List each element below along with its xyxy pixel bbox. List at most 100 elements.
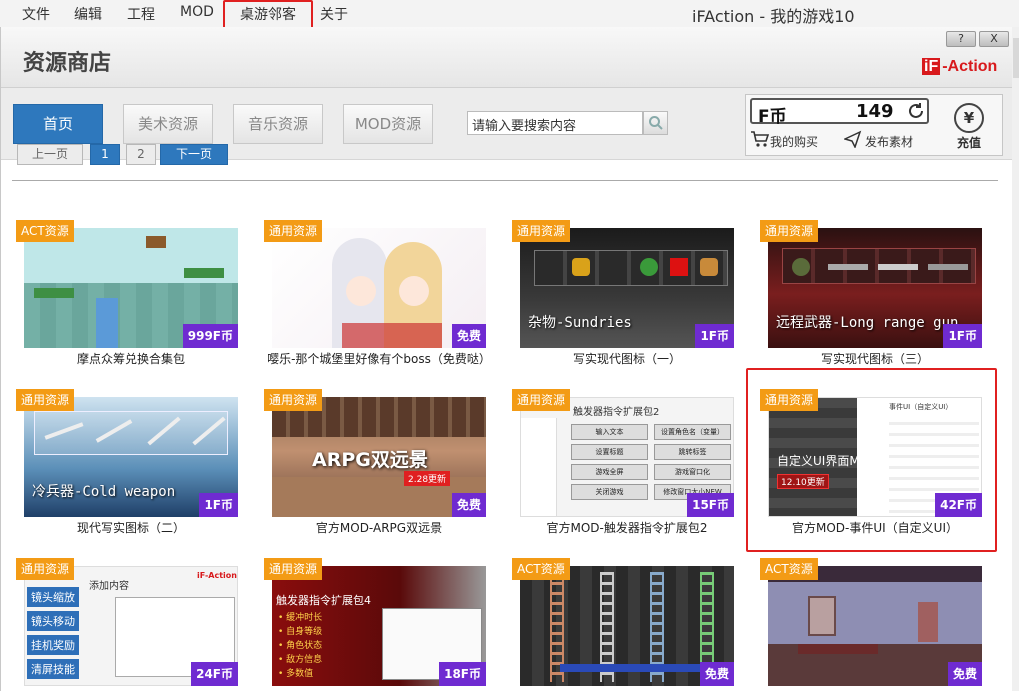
feature-label: 镜头缩放	[27, 587, 79, 607]
thumb-title: 触发器指令扩展包2	[573, 407, 660, 418]
resource-card[interactable]: ACT资源 免费	[508, 558, 740, 691]
price-badge: 1F币	[943, 324, 982, 348]
item-icon	[572, 258, 590, 276]
category-tag: 通用资源	[16, 558, 75, 580]
ribbon	[342, 323, 442, 348]
window-title: 资源商店	[23, 51, 112, 76]
price-badge: 免费	[947, 662, 982, 686]
mini-logo: iF-Action	[197, 571, 237, 580]
command-button: 设置角色名（变量）	[654, 424, 731, 440]
category-tag: ACT资源	[760, 558, 818, 580]
refresh-icon[interactable]	[906, 101, 926, 121]
ifaction-logo: iF -Action	[922, 58, 997, 76]
resource-card[interactable]: 通用资源 免费 嘤乐-那个城堡里好像有个boss（免费哒）	[260, 220, 492, 370]
logo-box: iF	[922, 58, 941, 75]
menu-edit[interactable]: 编辑	[74, 4, 102, 24]
command-button: 输入文本	[571, 424, 648, 440]
feature-list: • 缓冲时长 • 自身等级 • 角色状态 • 敌方信息 • 多数值	[278, 610, 322, 679]
fcoin-balance: F币 149	[750, 98, 929, 127]
resource-card[interactable]: ACT资源 免费	[756, 558, 988, 691]
publish-link[interactable]: 发布素材	[865, 133, 913, 150]
menu-project[interactable]: 工程	[127, 4, 155, 24]
item-icon	[700, 258, 718, 276]
card-caption[interactable]: 现代写实图标（二）	[12, 519, 250, 536]
command-button: 关闭游戏	[571, 484, 648, 500]
feature-label: 镜头移动	[27, 611, 79, 631]
card-caption[interactable]: 嘤乐-那个城堡里好像有个boss（免费哒）	[260, 350, 498, 367]
feature-label: 清屏技能	[27, 659, 79, 679]
card-caption[interactable]: 写实现代图标（一）	[508, 350, 746, 367]
cart-icon	[751, 131, 770, 147]
face	[399, 276, 429, 306]
resource-card[interactable]: 远程武器-Long range gun 通用资源 1F币 写实现代图标（三）	[756, 220, 988, 370]
resource-card[interactable]: ARPG双远景 2.28更新 通用资源 免费 官方MOD-ARPG双远景	[260, 389, 492, 539]
resource-card[interactable]: 冷兵器-Cold weapon 通用资源 1F币 现代写实图标（二）	[12, 389, 244, 539]
resource-card[interactable]: 触发器指令扩展包4 • 缓冲时长 • 自身等级 • 角色状态 • 敌方信息 • …	[260, 558, 492, 691]
price-badge: 1F币	[199, 493, 238, 517]
search-button[interactable]	[643, 111, 668, 135]
platform	[184, 268, 224, 278]
face	[346, 276, 376, 306]
resource-card[interactable]: 添加内容 iF-Action 镜头缩放 镜头移动 挂机奖励 清屏技能 通用资源 …	[12, 558, 244, 691]
camera-buttons: 镜头缩放 镜头移动 挂机奖励 清屏技能	[27, 587, 79, 679]
feature-line: • 缓冲时长	[278, 613, 323, 623]
my-purchases-link[interactable]: 我的购买	[770, 133, 818, 150]
search-input[interactable]: 请输入要搜索内容	[467, 111, 643, 135]
category-tag: 通用资源	[264, 389, 323, 411]
price-badge: 免费	[451, 493, 486, 517]
category-tag: 通用资源	[264, 220, 323, 242]
prev-page-button[interactable]: 上一页	[17, 144, 83, 165]
resource-card[interactable]: 触发器指令扩展包2 输入文本 设置角色名（变量） 设置标题 跳转标签 游戏全屏 …	[508, 389, 740, 539]
command-button: 设置标题	[571, 444, 648, 460]
yen-icon: ¥	[954, 103, 984, 133]
price-badge: 免费	[451, 324, 486, 348]
divider	[12, 180, 998, 181]
resource-card[interactable]: ACT资源 999F币 摩点众筹兑换合集包	[12, 220, 244, 370]
item-icon	[640, 258, 658, 276]
card-caption[interactable]: 写实现代图标（三）	[756, 350, 994, 367]
fcoin-amount: 149	[856, 101, 894, 122]
menu-file[interactable]: 文件	[22, 4, 50, 24]
resource-card[interactable]: 杂物-Sundries 通用资源 1F币 写实现代图标（一）	[508, 220, 740, 370]
category-tag: 通用资源	[512, 389, 571, 411]
help-button[interactable]: ?	[946, 31, 976, 47]
update-badge: 2.28更新	[404, 471, 451, 486]
close-button[interactable]: X	[979, 31, 1009, 47]
command-button: 游戏窗口化	[654, 464, 731, 480]
charge-button[interactable]: ¥ 充值	[946, 103, 992, 151]
page-2-button[interactable]: 2	[126, 144, 156, 165]
menu-bar: 文件 编辑 工程 MOD 桌游邻客 关于 iFAction - 我的游戏10	[0, 0, 1019, 27]
card-caption[interactable]: 摩点众筹兑换合集包	[12, 350, 250, 367]
card-caption[interactable]: 官方MOD-ARPG双远景	[260, 519, 498, 536]
command-button: 跳转标签	[654, 444, 731, 460]
charge-label: 充值	[956, 136, 981, 150]
category-tag: 通用资源	[16, 389, 75, 411]
price-badge: 1F币	[695, 324, 734, 348]
nav-mod[interactable]: MOD资源	[343, 104, 433, 144]
castle	[146, 236, 166, 248]
bar	[560, 664, 710, 672]
side-panel	[521, 418, 557, 516]
window	[808, 596, 836, 636]
category-tag: 通用资源	[760, 220, 819, 242]
send-icon	[844, 130, 862, 148]
menu-about[interactable]: 关于	[320, 4, 348, 24]
price-badge: 18F币	[439, 662, 486, 686]
icon-strip	[534, 250, 728, 286]
thumb-title: 杂物-Sundries	[528, 315, 632, 331]
menu-mod[interactable]: MOD	[180, 4, 214, 20]
feature-label: 挂机奖励	[27, 635, 79, 655]
thumb-title: ARPG双远景	[312, 449, 428, 471]
next-page-button[interactable]: 下一页	[160, 144, 228, 165]
window-header: 资源商店 ? X iF -Action	[1, 27, 1012, 88]
price-badge: 24F币	[191, 662, 238, 686]
category-tag: ACT资源	[16, 220, 74, 242]
nav-music[interactable]: 音乐资源	[233, 104, 323, 144]
add-content-title: 添加内容	[89, 581, 129, 592]
fcoin-label: F币	[758, 107, 787, 127]
card-caption[interactable]: 官方MOD-触发器指令扩展包2	[508, 519, 746, 536]
nav-art[interactable]: 美术资源	[123, 104, 213, 144]
page-1-button[interactable]: 1	[90, 144, 120, 165]
app-title: iFAction - 我的游戏10	[692, 7, 855, 26]
nav-home[interactable]: 首页	[13, 104, 103, 144]
